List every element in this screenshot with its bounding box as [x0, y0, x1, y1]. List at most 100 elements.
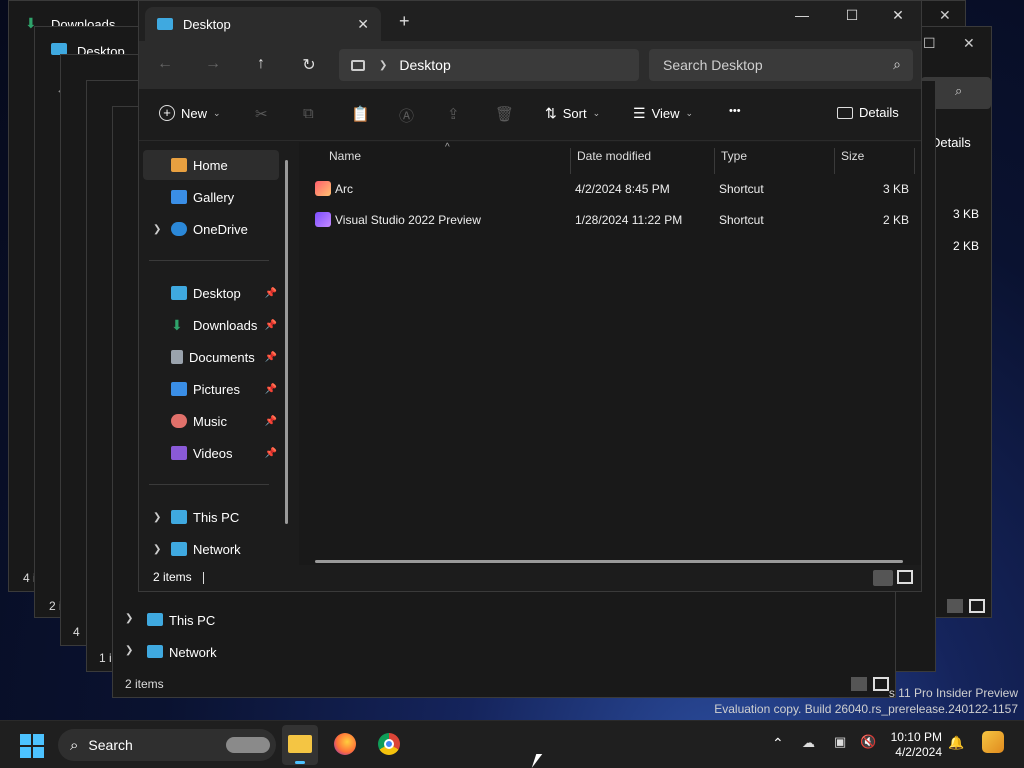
taskbar: ⌕ Search ⌃ ☁ ▣ 🔇 10:10 PM 4/2/2024 🔔 — [0, 720, 1024, 768]
status-divider — [203, 571, 205, 584]
firefox-icon[interactable] — [334, 733, 356, 755]
arc-shortcut-icon — [315, 181, 331, 196]
sidebar-item-home[interactable]: Home — [143, 150, 279, 180]
address-bar[interactable]: ❯ Desktop — [339, 49, 639, 81]
pc-icon — [171, 510, 187, 524]
chevron-right-icon[interactable]: ❯ — [125, 613, 133, 624]
file-size: 2 KB — [953, 239, 980, 253]
horizontal-scrollbar[interactable] — [315, 560, 903, 563]
close-tab-icon[interactable]: ✕ — [357, 16, 369, 33]
sidebar-item-videos[interactable]: Videos 📌 — [143, 438, 279, 468]
cut-icon[interactable]: ✂ — [255, 105, 268, 123]
delete-icon[interactable]: 🗑 — [495, 105, 514, 123]
network-tray-icon[interactable]: ▣ — [834, 734, 846, 750]
search-input[interactable]: Search Desktop ⌕ — [649, 49, 913, 81]
sidebar-item-downloads[interactable]: ⬇ Downloads 📌 — [143, 310, 279, 340]
command-bar: + New ⌄ ✂ ⧉ 📋 Ⓐ ⇪ 🗑 ⇅ Sort ⌄ ☰ View ⌄ ••… — [139, 89, 921, 141]
copy-icon[interactable]: ⧉ — [303, 105, 314, 122]
sort-icon: ⇅ — [545, 105, 557, 121]
details-pane-button[interactable]: Details — [837, 105, 899, 120]
forward-button[interactable]: → — [203, 55, 223, 73]
column-header-name[interactable]: Name — [323, 148, 571, 174]
sort-button[interactable]: ⇅ Sort ⌄ — [545, 105, 600, 122]
details-view-icon[interactable] — [851, 677, 867, 691]
breadcrumb-desktop[interactable]: Desktop — [399, 57, 450, 73]
sidebar-item-documents[interactable]: Documents 📌 — [143, 342, 279, 372]
time: 10:10 PM — [890, 730, 942, 744]
start-button[interactable] — [20, 734, 44, 758]
sidebar-item-this-pc[interactable]: ❯ This PC — [143, 502, 279, 532]
table-row[interactable]: Visual Studio 2022 Preview 1/28/2024 11:… — [313, 205, 913, 235]
sidebar-item-music[interactable]: Music 📌 — [143, 406, 279, 436]
sidebar-item-label: This PC — [193, 509, 240, 525]
cloud-icon — [171, 222, 187, 236]
view-button[interactable]: ☰ View ⌄ — [633, 105, 693, 122]
tiles-view-icon[interactable] — [969, 599, 985, 613]
title-bar[interactable]: Desktop ✕ + — ☐ ✕ — [139, 1, 921, 41]
close-icon[interactable]: ✕ — [939, 7, 951, 24]
rename-icon[interactable]: Ⓐ — [399, 105, 414, 126]
sidebar-item-label: Downloads — [193, 317, 258, 333]
refresh-button[interactable]: ↻ — [299, 55, 319, 75]
divider — [149, 484, 269, 485]
table-row[interactable]: Arc 4/2/2024 8:45 PM Shortcut 3 KB — [313, 174, 913, 204]
document-icon — [171, 350, 183, 364]
details-view-icon[interactable] — [947, 599, 963, 613]
more-options-icon[interactable]: ••• — [729, 105, 741, 117]
file-name: Arc — [335, 182, 353, 196]
tiles-view-icon[interactable] — [897, 570, 913, 584]
chevron-right-icon[interactable]: ❯ — [153, 512, 161, 523]
chevron-right-icon[interactable]: ❯ — [153, 544, 161, 555]
chevron-right-icon[interactable]: ❯ — [153, 224, 161, 235]
background-status: 4 — [73, 625, 80, 639]
notifications-icon[interactable]: 🔔 — [948, 735, 964, 751]
search-highlight-image — [226, 737, 270, 753]
sidebar-item-label[interactable]: This PC — [169, 613, 215, 628]
paste-icon[interactable]: 📋 — [351, 105, 370, 123]
up-button[interactable]: ↑ — [251, 55, 271, 73]
music-icon — [171, 414, 187, 428]
copilot-icon[interactable] — [982, 731, 1004, 753]
sidebar-item-network[interactable]: ❯ Network — [143, 534, 279, 564]
onedrive-tray-icon[interactable]: ☁ — [802, 735, 815, 751]
sidebar-item-gallery[interactable]: Gallery — [143, 182, 279, 212]
maximize-button[interactable]: ☐ — [829, 7, 875, 24]
new-button[interactable]: + New ⌄ — [159, 105, 221, 121]
back-button[interactable]: ← — [155, 55, 175, 73]
share-icon[interactable]: ⇪ — [447, 105, 460, 123]
sidebar-item-desktop[interactable]: Desktop 📌 — [143, 278, 279, 308]
volume-muted-icon[interactable]: 🔇 — [860, 734, 876, 750]
sidebar-item-onedrive[interactable]: ❯ OneDrive — [143, 214, 279, 244]
nav-scrollbar[interactable] — [285, 160, 288, 524]
details-view-icon[interactable] — [873, 570, 893, 586]
file-explorer-taskbar-button[interactable] — [282, 725, 318, 765]
pin-icon: 📌 — [264, 415, 277, 427]
new-tab-button[interactable]: + — [399, 11, 410, 32]
close-icon[interactable]: ✕ — [963, 35, 975, 52]
clock[interactable]: 10:10 PM 4/2/2024 — [890, 730, 942, 760]
chevron-up-icon[interactable]: ⌃ — [772, 735, 784, 752]
tab-desktop[interactable]: Desktop ✕ — [145, 7, 381, 41]
chevron-right-icon[interactable]: ❯ — [125, 645, 133, 656]
watermark-line-1: s 11 Pro Insider Preview — [888, 686, 1018, 700]
plus-icon: + — [159, 105, 175, 121]
view-label: View — [651, 106, 680, 121]
column-header-type[interactable]: Type — [715, 148, 835, 174]
minimize-button[interactable]: — — [779, 7, 825, 23]
taskbar-search[interactable]: ⌕ Search — [58, 729, 276, 761]
file-date: 4/2/2024 8:45 PM — [575, 182, 670, 196]
download-icon: ⬇ — [171, 317, 183, 333]
search-icon: ⌕ — [893, 56, 901, 72]
tiles-view-icon[interactable] — [873, 677, 889, 691]
watermark-line-2: Evaluation copy. Build 26040.rs_prerelea… — [714, 702, 1018, 716]
column-header-date[interactable]: Date modified — [571, 148, 715, 174]
chrome-icon[interactable] — [378, 733, 400, 755]
maximize-icon[interactable]: ☐ — [923, 35, 936, 52]
desktop-icon — [157, 18, 173, 30]
sidebar-item-label[interactable]: Network — [169, 645, 217, 660]
explorer-window[interactable]: Desktop ✕ + — ☐ ✕ ← → ↑ ↻ ❯ Desktop Sear… — [138, 0, 922, 592]
navigation-bar: ← → ↑ ↻ ❯ Desktop Search Desktop ⌕ — [139, 41, 921, 89]
sidebar-item-pictures[interactable]: Pictures 📌 — [143, 374, 279, 404]
column-header-size[interactable]: Size — [835, 148, 915, 174]
close-button[interactable]: ✕ — [875, 7, 921, 24]
